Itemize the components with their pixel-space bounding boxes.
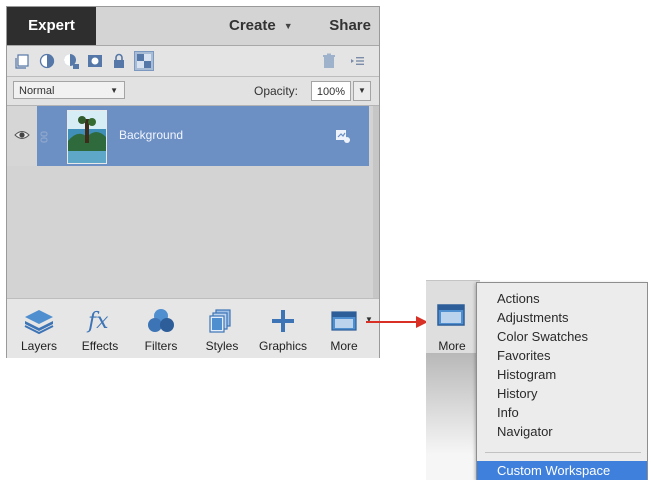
more-panels-icon <box>328 306 360 336</box>
layers-panel: Expert Create ▼ Share Normal ▼ Opacity: … <box>6 6 380 358</box>
eye-icon <box>14 131 30 139</box>
bin-button-styles[interactable]: Styles <box>190 299 254 358</box>
bin-label: Filters <box>144 339 178 353</box>
callout-arrow <box>366 316 428 328</box>
blend-mode-select[interactable]: Normal ▼ <box>13 81 125 99</box>
filters-icon <box>145 306 177 336</box>
more-panels-menu: Actions Adjustments Color Swatches Favor… <box>476 282 648 480</box>
opacity-dropdown-button[interactable]: ▼ <box>353 81 371 101</box>
menu-item-actions[interactable]: Actions <box>477 289 647 308</box>
bin-label: More <box>330 339 358 353</box>
bin-label: Graphics <box>258 339 308 353</box>
bin-label: Effects <box>81 339 119 353</box>
adjustment-layer-icon[interactable] <box>62 52 80 70</box>
menu-item-navigator[interactable]: Navigator <box>477 422 647 441</box>
fx-icon: fx <box>84 306 116 336</box>
bin-button-filters[interactable]: Filters <box>129 299 193 358</box>
layer-thumbnail <box>67 110 107 164</box>
lock-all-icon[interactable] <box>110 52 128 70</box>
menu-item-color-swatches[interactable]: Color Swatches <box>477 327 647 346</box>
chevron-down-icon: ▼ <box>358 86 366 95</box>
opacity-label: Opacity: <box>254 84 299 98</box>
menu-item-histogram[interactable]: Histogram <box>477 365 647 384</box>
fill-layer-icon[interactable] <box>38 52 56 70</box>
menu-item-info[interactable]: Info <box>477 403 647 422</box>
bin-button-effects[interactable]: fx Effects <box>68 299 132 358</box>
plus-icon <box>267 306 299 336</box>
delete-layer-icon[interactable] <box>320 52 338 70</box>
menu-item-adjustments[interactable]: Adjustments <box>477 308 647 327</box>
visibility-toggle[interactable] <box>7 106 37 166</box>
chevron-down-icon: ▼ <box>283 21 293 32</box>
menu-separator <box>485 452 641 453</box>
bin-label: Styles <box>205 339 239 353</box>
bin-button-graphics[interactable]: Graphics <box>251 299 315 358</box>
layer-toolbar <box>7 46 379 77</box>
panel-options-icon[interactable] <box>348 52 366 70</box>
create-menu[interactable]: Create ▼ <box>229 7 293 45</box>
more-panels-icon[interactable] <box>436 301 468 331</box>
bin-label: Layers <box>20 339 58 353</box>
panel-bin-bar: Layers fx Effects Filters Styles Graphic… <box>7 298 379 358</box>
opacity-input[interactable]: 100% <box>311 81 351 101</box>
chevron-down-icon: ▼ <box>110 86 118 95</box>
bin-button-layers[interactable]: Layers <box>7 299 71 358</box>
create-label: Create <box>229 17 276 34</box>
menu-item-history[interactable]: History <box>477 384 647 403</box>
blend-mode-value: Normal <box>19 85 55 97</box>
layer-name: Background <box>119 128 184 142</box>
svg-text:fx: fx <box>86 309 109 334</box>
share-menu[interactable]: Share <box>329 7 371 45</box>
layers-scrollbar[interactable] <box>373 106 379 298</box>
link-icon <box>39 130 49 143</box>
zoomed-bin-bar: More <box>426 280 480 353</box>
more-label: More <box>438 339 466 353</box>
layers-list: Background <box>7 106 379 298</box>
menu-item-favorites[interactable]: Favorites <box>477 346 647 365</box>
zoomed-more-menu: More Actions Adjustments Color Swatches … <box>426 280 648 480</box>
mode-bar: Expert Create ▼ Share <box>7 7 379 46</box>
layer-mask-icon[interactable] <box>86 52 104 70</box>
layers-icon <box>23 306 55 336</box>
layer-row-background[interactable]: Background <box>7 106 369 166</box>
lock-transparency-icon[interactable] <box>134 51 154 71</box>
new-layer-icon[interactable] <box>14 52 32 70</box>
layer-type-icon <box>335 128 351 144</box>
styles-icon <box>206 306 238 336</box>
blend-row: Normal ▼ Opacity: 100% ▼ <box>7 77 379 106</box>
menu-item-custom-workspace[interactable]: Custom Workspace <box>477 461 647 480</box>
tab-expert[interactable]: Expert <box>7 7 96 45</box>
zoom-fade <box>426 353 480 480</box>
